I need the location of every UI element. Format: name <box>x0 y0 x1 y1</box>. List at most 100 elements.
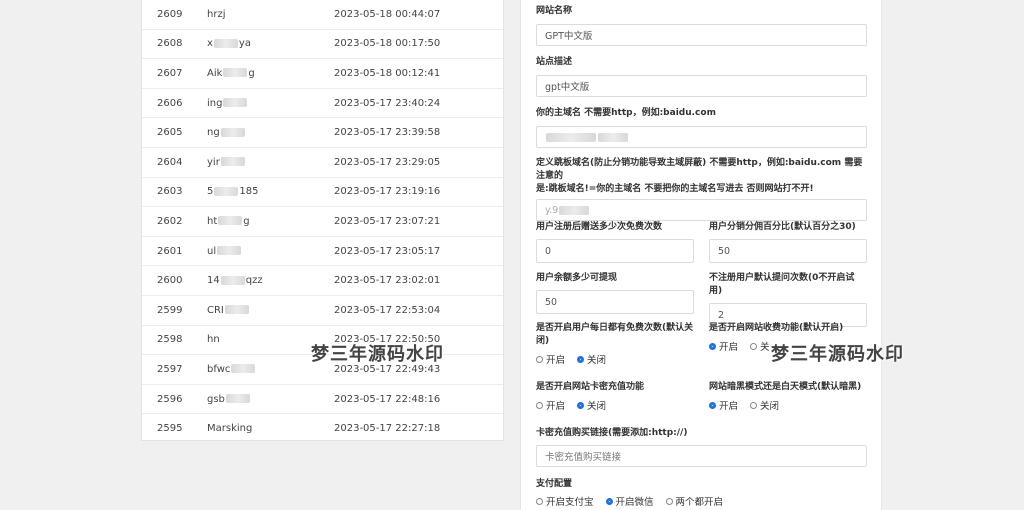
redacted-value <box>214 186 239 196</box>
site-desc-label: 站点描述 <box>536 57 573 67</box>
main-domain-label: 你的主域名 不需要http，例如:baidu.com <box>536 108 716 118</box>
row-username: Marsking <box>207 423 253 435</box>
reg-free-input[interactable]: 0 <box>536 239 694 263</box>
row-time: 2023-05-17 22:53:04 <box>334 304 441 316</box>
table-row: 2599 CRI 2023-05-17 22:53:04 <box>142 296 503 326</box>
row-username: CRI <box>207 305 334 316</box>
row-id: 2595 <box>157 423 183 435</box>
row-username: ng <box>207 127 334 138</box>
row-id: 2600 <box>157 275 183 287</box>
radio-icon <box>536 401 543 409</box>
withdraw-label: 用户余额多少可提现 <box>536 273 618 283</box>
daily-free-on[interactable]: 开启 <box>536 352 565 366</box>
row-id: 2598 <box>157 334 183 346</box>
row-id: 2605 <box>157 127 183 139</box>
user-table: 2609 hrzj 2023-05-18 00:44:07 2608 x ya 2023-0… <box>141 0 504 444</box>
table-row: 2600 14 qzz 2023-05-17 23:02:01 <box>142 266 503 296</box>
commission-label: 用户分销分佣百分比(默认百分之30) <box>709 222 856 232</box>
watermark-right: 梦三年源码水印 <box>771 344 904 365</box>
row-id: 2602 <box>157 215 183 227</box>
row-username: 14 qzz <box>207 275 263 287</box>
row-id: 2606 <box>157 97 183 109</box>
redacted-value <box>225 394 250 404</box>
jump-domain-label-1: 定义跳板域名(防止分销功能导致主域屏蔽) 不需要http，例如:baidu.co… <box>536 158 863 181</box>
withdraw-input[interactable]: 50 <box>536 290 694 314</box>
card-link-input[interactable]: 卡密充值购买链接 <box>536 445 867 467</box>
radio-icon <box>750 342 758 350</box>
pay-both[interactable]: 两个都开启 <box>665 494 723 508</box>
dark-mode-off[interactable]: 关闭 <box>750 398 779 412</box>
daily-free-off[interactable]: 关闭 <box>577 352 606 366</box>
row-time: 2023-05-18 00:44:07 <box>334 8 441 20</box>
site-desc-input[interactable]: gpt中文版 <box>536 75 867 97</box>
jump-domain-input[interactable]: y.9 <box>536 199 867 221</box>
row-time: 2023-05-17 23:29:05 <box>334 156 441 168</box>
pay-alipay[interactable]: 开启支付宝 <box>536 494 594 508</box>
table-row: 2607 Aik g 2023-05-18 00:12:41 <box>142 59 503 89</box>
row-id: 2596 <box>157 393 183 405</box>
table-row: 2606 ing 2023-05-17 23:40:24 <box>142 89 503 119</box>
row-username: ul <box>207 246 334 257</box>
row-time: 2023-05-17 22:27:18 <box>334 423 441 435</box>
dark-mode-on[interactable]: 开启 <box>709 398 738 412</box>
redacted-value <box>559 205 590 215</box>
charge-fn-label: 是否开启网站收费功能(默认开启) <box>709 323 844 333</box>
row-id: 2609 <box>157 8 183 20</box>
site-name-label: 网站名称 <box>536 6 573 16</box>
table-row: 2603 5 185 2023-05-17 23:19:16 <box>142 178 503 208</box>
radio-checked-icon <box>709 342 716 350</box>
row-id: 2603 <box>157 186 183 198</box>
commission-input[interactable]: 50 <box>709 239 867 263</box>
redacted-value <box>223 98 248 108</box>
pay-config-label: 支付配置 <box>536 479 573 489</box>
redacted-value <box>223 68 248 78</box>
row-time: 2023-05-17 23:39:58 <box>334 127 441 139</box>
row-username: hrzj <box>207 8 226 20</box>
row-time: 2023-05-17 22:48:16 <box>334 393 441 405</box>
redacted-value <box>220 275 245 285</box>
redacted-value <box>220 157 245 167</box>
row-username: Aik g <box>207 67 255 79</box>
redacted-value <box>224 305 249 315</box>
daily-free-label: 是否开启用户每日都有免费次数(默认关闭) <box>536 323 694 346</box>
row-id: 2599 <box>157 304 183 316</box>
row-username: gsb <box>207 394 334 405</box>
row-username: x ya <box>207 38 251 50</box>
card-fn-off[interactable]: 关闭 <box>577 398 606 412</box>
jump-domain-value: y.9 <box>545 204 559 216</box>
redacted-value <box>218 216 243 226</box>
unreg-times-label: 不注册用户默认提问次数(0不开启试用) <box>709 273 855 296</box>
table-row: 2601 ul 2023-05-17 23:05:17 <box>142 237 503 267</box>
charge-fn-off[interactable]: 关 <box>750 339 770 353</box>
radio-icon <box>536 497 543 505</box>
table-row: 2602 ht g 2023-05-17 23:07:21 <box>142 207 503 237</box>
charge-fn-on[interactable]: 开启 <box>709 339 738 353</box>
main-domain-input[interactable] <box>536 126 867 148</box>
radio-checked-icon <box>605 497 613 505</box>
row-id: 2607 <box>157 67 183 79</box>
row-username: ing <box>207 98 334 109</box>
row-time: 2023-05-17 23:40:24 <box>334 97 441 109</box>
jump-domain-label-2: 是:跳板域名!=你的主域名 不要把你的主域名写进去 否则网站打不开! <box>536 184 814 194</box>
row-id: 2601 <box>157 245 183 257</box>
redacted-value <box>231 364 256 374</box>
row-time: 2023-05-17 23:19:16 <box>334 186 441 198</box>
site-name-input[interactable]: GPT中文版 <box>536 24 867 46</box>
table-row: 2605 ng 2023-05-17 23:39:58 <box>142 118 503 148</box>
row-time: 2023-05-17 23:07:21 <box>334 215 441 227</box>
table-row: 2604 yir 2023-05-17 23:29:05 <box>142 148 503 178</box>
table-row: 2608 x ya 2023-05-18 00:17:50 <box>142 30 503 60</box>
row-id: 2604 <box>157 156 183 168</box>
pay-wechat[interactable]: 开启微信 <box>605 494 654 508</box>
radio-checked-icon <box>577 401 585 409</box>
row-id: 2597 <box>157 363 183 375</box>
row-id: 2608 <box>157 38 183 50</box>
card-fn-on[interactable]: 开启 <box>536 398 565 412</box>
settings-form: 网站名称 GPT中文版 站点描述 gpt中文版 你的主域名 不需要http，例如… <box>520 0 882 510</box>
watermark-left: 梦三年源码水印 <box>311 344 444 365</box>
redacted-value <box>213 38 238 48</box>
card-link-label: 卡密充值购买链接(需要添加:http://) <box>536 428 688 438</box>
radio-icon <box>536 355 543 363</box>
card-fn-label: 是否开启网站卡密充值功能 <box>536 382 645 392</box>
radio-checked-icon <box>709 401 716 409</box>
